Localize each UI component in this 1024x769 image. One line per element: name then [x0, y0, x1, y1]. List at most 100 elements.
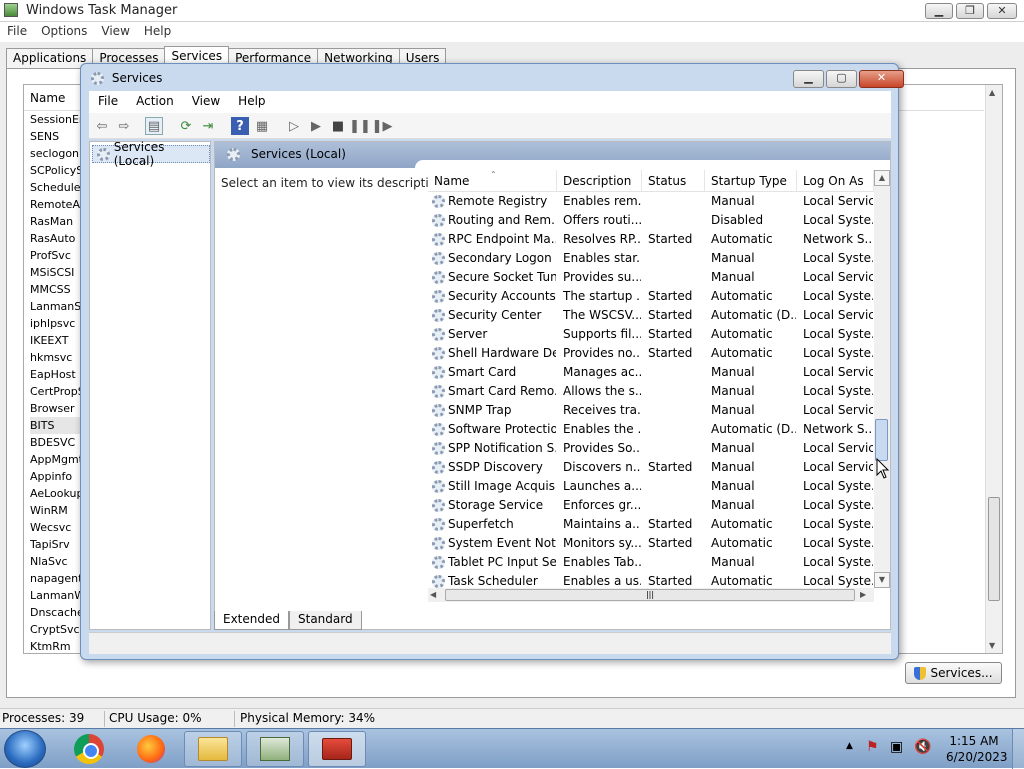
table-row[interactable]: Security Center The WSCSV... Started Automa… — [428, 306, 874, 325]
show-hide-console-tree-icon[interactable]: ▤ — [145, 117, 163, 135]
service-name-item[interactable]: NlaSvc — [30, 553, 80, 570]
service-name-item[interactable]: SessionEnv — [30, 111, 80, 128]
service-name-item[interactable]: SCPolicySvc — [30, 162, 80, 179]
help-icon[interactable]: ? — [231, 117, 249, 135]
menu-options[interactable]: Options — [34, 22, 94, 42]
services-menu-help[interactable]: Help — [229, 91, 274, 113]
refresh-icon[interactable]: ⟳ — [177, 117, 195, 135]
table-row[interactable]: Smart Card Manages ac... Manual Local Servi… — [428, 363, 874, 382]
restart-service-icon[interactable]: ❚▶ — [372, 117, 393, 135]
start-service-icon[interactable]: ▶ — [307, 117, 325, 135]
service-name-item[interactable]: MMCSS — [30, 281, 80, 298]
column-header-name[interactable]: ⌃ Name — [428, 170, 557, 192]
service-name-item[interactable]: Wecsvc — [30, 519, 80, 536]
services-list-scrollbar[interactable]: ▲ ▼ — [985, 85, 1002, 653]
tab-standard[interactable]: Standard — [289, 611, 362, 630]
taskbar-chrome[interactable] — [60, 731, 118, 767]
scrollbar-thumb[interactable] — [988, 497, 1000, 601]
table-row[interactable]: Tablet PC Input Se... Enables Tab... Manua… — [428, 553, 874, 572]
table-row[interactable]: Secondary Logon Enables star... Manual Loca… — [428, 249, 874, 268]
column-header-description[interactable]: Description — [557, 170, 642, 192]
task-manager-titlebar[interactable]: Windows Task Manager ▁ ❐ ✕ — [0, 0, 1024, 22]
service-name-item[interactable]: SENS — [30, 128, 80, 145]
scroll-right-arrow[interactable]: ▶ — [860, 590, 866, 599]
scroll-down-arrow[interactable]: ▼ — [989, 641, 995, 650]
grid-scroll-up-arrow[interactable]: ▲ — [874, 170, 890, 186]
service-name-item[interactable]: MSiSCSI — [30, 264, 80, 281]
column-header-status[interactable]: Status — [642, 170, 705, 192]
grid-scrollbar-thumb[interactable] — [875, 419, 888, 461]
service-name-item[interactable]: IKEEXT — [30, 332, 80, 349]
service-name-item[interactable]: Browser — [30, 400, 80, 417]
table-row[interactable]: RPC Endpoint Ma... Resolves RP... Started A… — [428, 230, 874, 249]
table-row[interactable]: SNMP Trap Receives tra... Manual Local Serv… — [428, 401, 874, 420]
close-button[interactable]: ✕ — [987, 3, 1017, 19]
services-menu-view[interactable]: View — [183, 91, 229, 113]
services-close-button[interactable]: ✕ — [859, 70, 904, 88]
taskbar-task-manager[interactable] — [246, 731, 304, 767]
start-service-icon[interactable]: ▷ — [285, 117, 303, 135]
taskbar-firefox[interactable] — [122, 731, 180, 767]
service-name-item[interactable]: LanmanWorkstation — [30, 587, 80, 604]
table-row[interactable]: Routing and Rem... Offers routi... Disable… — [428, 211, 874, 230]
scroll-up-arrow[interactable]: ▲ — [989, 88, 995, 97]
show-desktop-button[interactable] — [1012, 729, 1024, 769]
services-maximize-button[interactable]: ▢ — [826, 70, 857, 88]
export-list-icon[interactable]: ⇥ — [199, 117, 217, 135]
services-button[interactable]: Services... — [905, 662, 1002, 684]
table-row[interactable]: Storage Service Enforces gr... Manual Local… — [428, 496, 874, 515]
service-name-item[interactable]: KtmRm — [30, 638, 80, 655]
services-menu-action[interactable]: Action — [127, 91, 183, 113]
table-row[interactable]: SSDP Discovery Discovers n... Started Manua… — [428, 458, 874, 477]
service-name-item[interactable]: ProfSvc — [30, 247, 80, 264]
scroll-left-arrow[interactable]: ◀ — [430, 590, 436, 599]
taskbar-services[interactable] — [308, 731, 366, 767]
service-name-item[interactable]: EapHost — [30, 366, 80, 383]
table-row[interactable]: Smart Card Remo... Allows the s... Manual L… — [428, 382, 874, 401]
maximize-button[interactable]: ❐ — [956, 3, 984, 19]
table-row[interactable]: SPP Notification S... Provides So... Manua… — [428, 439, 874, 458]
table-row[interactable]: Remote Registry Enables rem... Manual Local… — [428, 192, 874, 211]
show-hidden-icons-icon[interactable]: ▲ — [846, 741, 853, 751]
service-name-item[interactable]: seclogon — [30, 145, 80, 162]
service-name-item[interactable]: CertPropSvc — [30, 383, 80, 400]
column-header-log-on-as[interactable]: Log On As — [797, 170, 874, 192]
back-arrow-icon[interactable]: ⇦ — [93, 117, 111, 135]
tab-extended[interactable]: Extended — [214, 611, 289, 630]
menu-view[interactable]: View — [94, 22, 136, 42]
horizontal-scrollbar-thumb[interactable]: ||| — [445, 589, 855, 601]
service-name-item[interactable]: TapiSrv — [30, 536, 80, 553]
services-minimize-button[interactable]: ▁ — [793, 70, 824, 88]
grid-scroll-down-arrow[interactable]: ▼ — [874, 572, 890, 588]
service-name-item[interactable]: RasMan — [30, 213, 80, 230]
grid-vertical-scrollbar[interactable]: ▲ ▼ — [874, 170, 890, 588]
service-name-item[interactable]: napagent — [30, 570, 80, 587]
table-row[interactable]: Still Image Acquisi... Launches a... Manua… — [428, 477, 874, 496]
table-row[interactable]: Shell Hardware De... Provides no... Starte… — [428, 344, 874, 363]
action-center-flag-icon[interactable]: ⚑ — [866, 739, 879, 755]
menu-file[interactable]: File — [0, 22, 34, 42]
table-row[interactable]: Server Supports fil... Started Automatic Loc… — [428, 325, 874, 344]
network-icon[interactable]: ▣ — [890, 739, 903, 755]
service-name-item[interactable]: Schedule — [30, 179, 80, 196]
table-row[interactable]: System Event Noti... Monitors sy... Starte… — [428, 534, 874, 553]
service-name-item[interactable]: BDESVC — [30, 434, 80, 451]
services-titlebar[interactable]: Services — [91, 71, 162, 85]
service-name-item[interactable]: Appinfo — [30, 468, 80, 485]
service-name-item[interactable]: LanmanServer — [30, 298, 80, 315]
taskbar-clock[interactable]: 1:15 AM 6/20/2023 — [946, 733, 1008, 765]
grid-horizontal-scrollbar[interactable]: ◀ ||| ▶ — [428, 588, 874, 602]
table-row[interactable]: Security Accounts... The startup ... Start… — [428, 287, 874, 306]
minimize-button[interactable]: ▁ — [925, 3, 953, 19]
service-name-item[interactable]: AppMgmt — [30, 451, 80, 468]
service-name-item[interactable]: CryptSvc — [30, 621, 80, 638]
table-row[interactable]: Software Protection Enables the ... Automa… — [428, 420, 874, 439]
forward-arrow-icon[interactable]: ⇨ — [115, 117, 133, 135]
service-name-item[interactable]: AeLookupSvc — [30, 485, 80, 502]
taskbar-explorer[interactable] — [184, 731, 242, 767]
column-name[interactable]: Name — [30, 91, 65, 105]
service-name-item[interactable]: hkmsvc — [30, 349, 80, 366]
service-name-item[interactable]: BITS — [30, 417, 80, 434]
volume-muted-icon[interactable]: 🔇 — [914, 739, 931, 755]
services-menu-file[interactable]: File — [89, 91, 127, 113]
